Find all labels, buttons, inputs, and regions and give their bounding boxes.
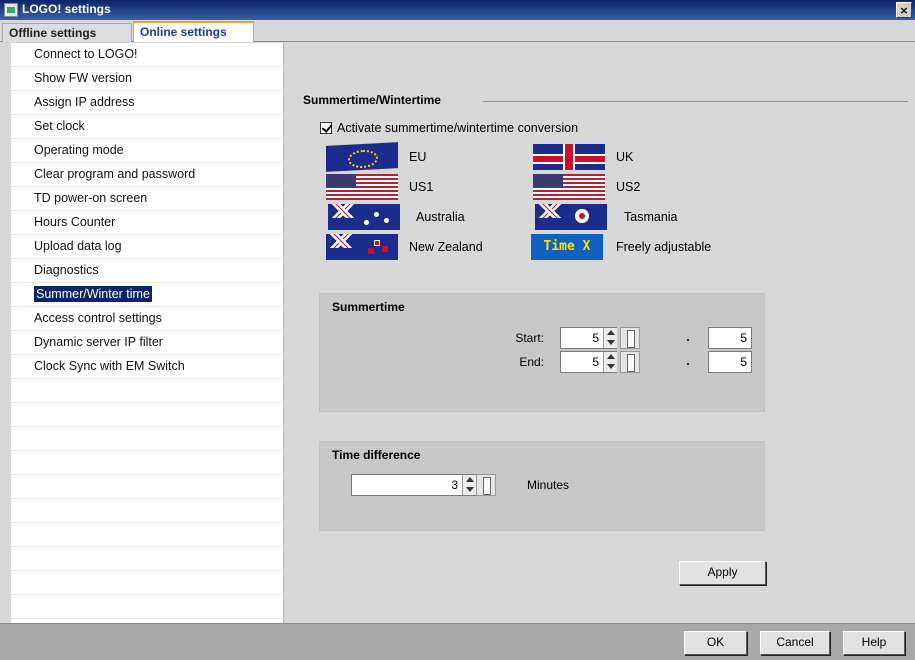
help-button[interactable]: Help: [843, 631, 905, 655]
sidebar-item-assign-ip[interactable]: Assign IP address: [11, 91, 284, 115]
sidebar-empty-row: [11, 547, 284, 571]
sidebar-item-label: Show FW version: [34, 71, 132, 85]
sidebar-item-label: Hours Counter: [34, 215, 116, 229]
sidebar-item-hours-counter[interactable]: Hours Counter: [11, 211, 284, 235]
checkbox-checked-icon[interactable]: [320, 122, 332, 134]
sidebar-item-label: Access control settings: [34, 311, 162, 325]
region-label-australia[interactable]: Australia: [416, 210, 465, 224]
sidebar-item-label: Set clock: [34, 119, 85, 133]
sidebar-item-connect[interactable]: Connect to LOGO!: [11, 43, 284, 67]
end-month-value: 5: [592, 355, 599, 369]
region-label-new-zealand[interactable]: New Zealand: [409, 240, 483, 254]
sidebar-empty-row: [11, 523, 284, 547]
tab-online-settings[interactable]: Online settings: [133, 21, 254, 42]
sidebar-empty-row: [11, 403, 284, 427]
section-title: Summertime/Wintertime: [303, 93, 445, 107]
summertime-title: Summertime: [332, 300, 405, 314]
left-gutter: [0, 43, 11, 623]
apply-button[interactable]: Apply: [679, 561, 766, 585]
title-bar: LOGO! settings ×: [0, 0, 915, 20]
sidebar-item-label: Clock Sync with EM Switch: [34, 359, 185, 373]
start-label: Start:: [515, 331, 544, 345]
time-x-icon[interactable]: Time X: [531, 234, 603, 260]
end-day-field[interactable]: 5: [708, 351, 752, 373]
summertime-group: Summertime Start: 5 5 End: 5 5: [319, 293, 765, 412]
section-divider: [483, 101, 908, 102]
region-label-tasmania[interactable]: Tasmania: [624, 210, 678, 224]
time-difference-slider[interactable]: [476, 474, 496, 496]
close-icon[interactable]: ×: [896, 2, 912, 18]
sidebar-item-clear-program[interactable]: Clear program and password: [11, 163, 284, 187]
start-month-value: 5: [592, 331, 599, 345]
time-difference-title: Time difference: [332, 448, 421, 462]
eu-flag-icon[interactable]: [326, 142, 398, 172]
tasmania-flag-icon[interactable]: [535, 204, 607, 230]
end-day-value: 5: [740, 355, 747, 369]
checkbox-label: Activate summertime/wintertime conversio…: [337, 121, 579, 135]
sidebar-item-label: Clear program and password: [34, 167, 196, 181]
sidebar-empty-row: [11, 451, 284, 475]
separator-dot: [687, 363, 689, 365]
sidebar-item-label: Operating mode: [34, 143, 124, 157]
activate-conversion-checkbox[interactable]: Activate summertime/wintertime conversio…: [320, 121, 578, 135]
cancel-button[interactable]: Cancel: [760, 631, 830, 655]
end-slider[interactable]: [620, 351, 640, 373]
tab-bar: Offline settings Online settings: [0, 20, 915, 42]
sidebar-empty-row: [11, 475, 284, 499]
settings-panel: Summertime/Wintertime Activate summertim…: [286, 43, 915, 623]
sidebar: Connect to LOGO! Show FW version Assign …: [11, 43, 284, 623]
us-flag-icon[interactable]: [533, 174, 605, 200]
sidebar-empty-row: [11, 571, 284, 595]
start-day-value: 5: [740, 331, 747, 345]
sidebar-item-diagnostics[interactable]: Diagnostics: [11, 259, 284, 283]
sidebar-empty-row: [11, 595, 284, 619]
dialog-footer: OK Cancel Help: [0, 623, 915, 660]
region-label-eu[interactable]: EU: [409, 150, 426, 164]
region-label-us1[interactable]: US1: [409, 180, 433, 194]
uk-flag-icon[interactable]: [533, 144, 605, 170]
start-slider[interactable]: [620, 327, 640, 349]
end-month-spinbox[interactable]: 5: [560, 351, 617, 373]
spinner-arrows-icon[interactable]: [603, 352, 617, 372]
australia-flag-icon[interactable]: [328, 204, 400, 230]
sidebar-item-access-control[interactable]: Access control settings: [11, 307, 284, 331]
region-label-uk[interactable]: UK: [616, 150, 633, 164]
sidebar-item-label: Summer/Winter time: [34, 286, 152, 302]
time-difference-group: Time difference 3 Minutes: [319, 441, 765, 531]
ok-button[interactable]: OK: [684, 631, 747, 655]
sidebar-item-set-clock[interactable]: Set clock: [11, 115, 284, 139]
sidebar-item-operating-mode[interactable]: Operating mode: [11, 139, 284, 163]
sidebar-item-label: TD power-on screen: [34, 191, 148, 205]
logo-app-icon: [4, 3, 18, 17]
sidebar-item-show-fw-version[interactable]: Show FW version: [11, 67, 284, 91]
sidebar-item-label: Connect to LOGO!: [34, 47, 138, 61]
end-label: End:: [519, 355, 544, 369]
sidebar-item-summer-winter-time[interactable]: Summer/Winter time: [11, 283, 284, 307]
sidebar-item-label: Dynamic server IP filter: [34, 335, 163, 349]
sidebar-item-label: Assign IP address: [34, 95, 135, 109]
sidebar-empty-row: [11, 427, 284, 451]
tab-offline-settings[interactable]: Offline settings: [2, 23, 132, 42]
sidebar-item-label: Upload data log: [34, 239, 122, 253]
separator-dot: [687, 339, 689, 341]
spinner-arrows-icon[interactable]: [462, 475, 476, 495]
sidebar-empty-row: [11, 379, 284, 403]
us-flag-icon[interactable]: [326, 174, 398, 200]
minutes-label: Minutes: [527, 478, 570, 492]
new-zealand-flag-icon[interactable]: [326, 234, 398, 260]
sidebar-item-td-power-on[interactable]: TD power-on screen: [11, 187, 284, 211]
start-day-field[interactable]: 5: [708, 327, 752, 349]
spinner-arrows-icon[interactable]: [603, 328, 617, 348]
sidebar-item-upload-data-log[interactable]: Upload data log: [11, 235, 284, 259]
time-difference-value: 3: [451, 478, 458, 492]
sidebar-item-dynamic-ip-filter[interactable]: Dynamic server IP filter: [11, 331, 284, 355]
region-label-freely-adjustable[interactable]: Freely adjustable: [616, 240, 711, 254]
sidebar-item-label: Diagnostics: [34, 263, 99, 277]
window-title: LOGO! settings: [22, 2, 111, 16]
time-difference-spinbox[interactable]: 3: [351, 474, 476, 496]
sidebar-item-clock-sync[interactable]: Clock Sync with EM Switch: [11, 355, 284, 379]
region-label-us2[interactable]: US2: [616, 180, 640, 194]
sidebar-empty-row: [11, 499, 284, 523]
start-month-spinbox[interactable]: 5: [560, 327, 617, 349]
